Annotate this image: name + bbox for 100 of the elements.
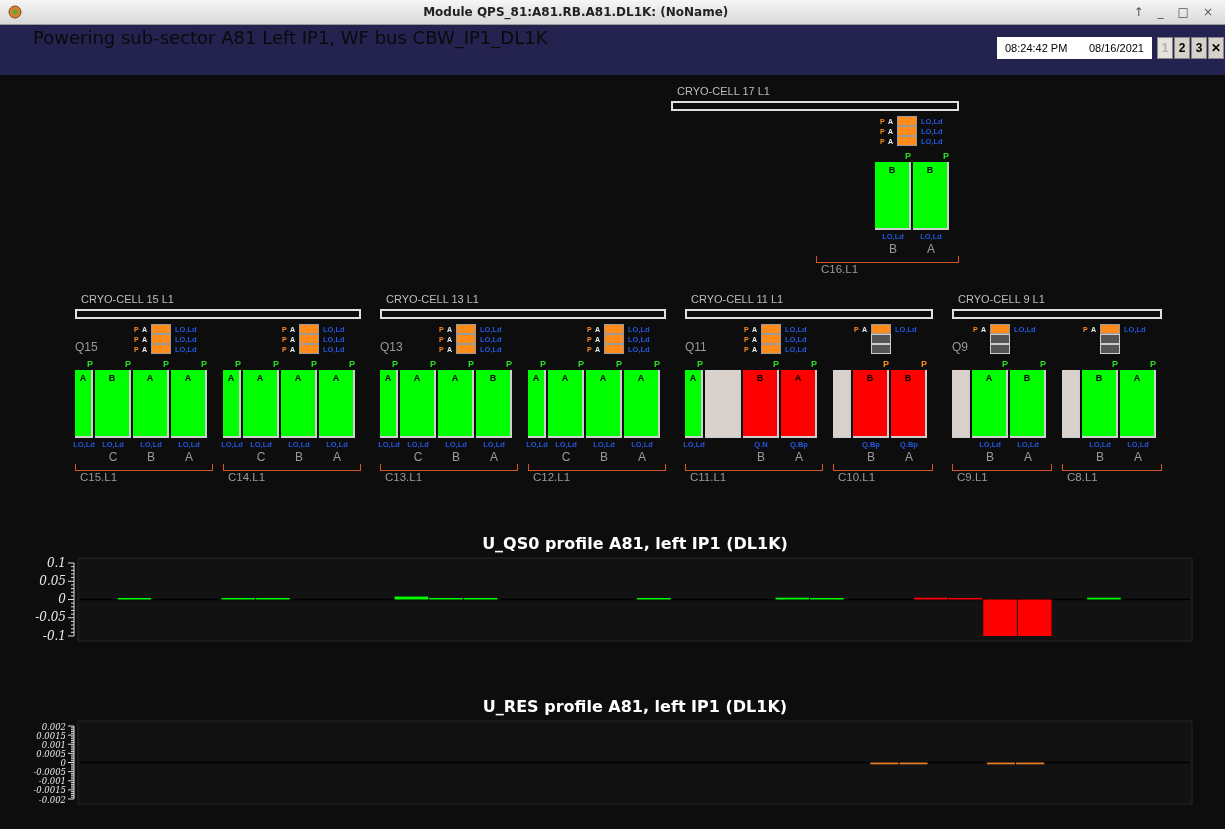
position-letter: B bbox=[986, 450, 994, 464]
bar bbox=[1087, 597, 1121, 600]
p-label: P bbox=[392, 358, 398, 370]
axis-label: -0.0015 bbox=[33, 785, 66, 796]
position-letter: B bbox=[757, 450, 765, 464]
chart-title: U_QS0 profile A81, left IP1 (DL1K) bbox=[482, 534, 788, 554]
magnet-block[interactable]: A bbox=[972, 370, 1008, 438]
app-icon bbox=[8, 5, 22, 19]
window-title: Module QPS_81:A81.RB.A81.DL1K: (NoName) bbox=[423, 5, 729, 19]
magnet-block[interactable] bbox=[1062, 370, 1080, 438]
magnet-block[interactable]: B bbox=[743, 370, 779, 438]
magnet-block[interactable]: A bbox=[400, 370, 436, 438]
axis-label: 0 bbox=[60, 758, 66, 768]
p-label: P bbox=[201, 358, 207, 370]
magnet-block[interactable] bbox=[833, 370, 851, 438]
p-label: P bbox=[540, 358, 546, 370]
magnet-block[interactable]: A bbox=[586, 370, 622, 438]
magnet-block[interactable]: A bbox=[243, 370, 279, 438]
p-label: P bbox=[883, 358, 889, 370]
magnet-block[interactable] bbox=[952, 370, 970, 438]
magnet-block[interactable]: A bbox=[781, 370, 817, 438]
position-letter: A bbox=[1024, 450, 1032, 464]
position-letter: B bbox=[295, 450, 303, 464]
position-letter: C bbox=[561, 450, 571, 464]
magnet-block[interactable]: B bbox=[891, 370, 927, 438]
window-control-button[interactable]: □ bbox=[1173, 5, 1193, 19]
position-letter: A bbox=[1134, 450, 1142, 464]
magnet-letter: B bbox=[1023, 373, 1031, 383]
magnet-block[interactable]: A bbox=[75, 370, 93, 438]
magnet-block[interactable]: A bbox=[528, 370, 546, 438]
position-letter: B bbox=[1096, 450, 1104, 464]
magnet-letter: B bbox=[926, 165, 934, 175]
cryo-cell-label: CRYO-CELL 9 L1 bbox=[957, 293, 1045, 306]
magnet-block[interactable]: B bbox=[853, 370, 889, 438]
magnet-letter: B bbox=[108, 373, 116, 383]
magnet-block[interactable]: A bbox=[438, 370, 474, 438]
magnet-letter: A bbox=[451, 373, 459, 383]
cryo-cell-label: CRYO-CELL 15 L1 bbox=[80, 293, 174, 306]
magnet-block[interactable]: A bbox=[624, 370, 660, 438]
magnet-block[interactable]: A bbox=[685, 370, 703, 438]
axis-label: 0.0005 bbox=[36, 748, 66, 759]
position-letter: C bbox=[413, 450, 423, 464]
position-letter: C bbox=[256, 450, 266, 464]
magnet-block[interactable]: B bbox=[1082, 370, 1118, 438]
page-button[interactable]: 3 bbox=[1191, 37, 1207, 59]
close-button[interactable]: ✕ bbox=[1208, 37, 1224, 59]
magnet-letter: B bbox=[888, 165, 896, 175]
magnet-letter: A bbox=[384, 373, 392, 383]
position-letter: B bbox=[600, 450, 608, 464]
time-text: 08:24:42 PM bbox=[1005, 42, 1068, 54]
magnet-block[interactable]: A bbox=[281, 370, 317, 438]
magnet-block[interactable]: B bbox=[913, 162, 949, 230]
magnet-letter: A bbox=[184, 373, 192, 383]
axis-label: -0.1 bbox=[42, 628, 66, 643]
magnet-letter: A bbox=[227, 373, 235, 383]
magnet-block[interactable]: B bbox=[476, 370, 512, 438]
magnet-block[interactable]: B bbox=[95, 370, 131, 438]
axis-label: -0.05 bbox=[35, 610, 66, 625]
magnet-block[interactable]: B bbox=[1010, 370, 1046, 438]
axis-label: 0.1 bbox=[46, 555, 66, 570]
p-label: P bbox=[697, 358, 703, 370]
magnet-block[interactable] bbox=[705, 370, 741, 438]
magnet-block[interactable]: A bbox=[548, 370, 584, 438]
p-label: P bbox=[811, 358, 817, 370]
position-letter: B bbox=[147, 450, 155, 464]
cell-name: C11.L1 bbox=[689, 471, 727, 484]
magnet-block[interactable]: B bbox=[875, 162, 911, 230]
position-letter: A bbox=[927, 242, 935, 256]
window-control-button[interactable]: ↑ bbox=[1129, 5, 1148, 19]
cryo-cell-label: CRYO-CELL 11 L1 bbox=[690, 293, 784, 306]
position-letter: A bbox=[638, 450, 646, 464]
magnet-block[interactable]: A bbox=[171, 370, 207, 438]
magnet-block[interactable]: A bbox=[223, 370, 241, 438]
magnet-block[interactable]: A bbox=[319, 370, 355, 438]
cell-name: C9.L1 bbox=[956, 471, 988, 484]
cell-name: C10.L1 bbox=[837, 471, 876, 484]
p-label: P bbox=[506, 358, 512, 370]
quadrupole-label: Q13 bbox=[380, 341, 403, 354]
p-label: P bbox=[921, 358, 927, 370]
p-label: P bbox=[578, 358, 584, 370]
cell-name: C12.L1 bbox=[532, 471, 571, 484]
magnet-block[interactable]: A bbox=[380, 370, 398, 438]
window-control-button[interactable]: × bbox=[1198, 5, 1217, 19]
cryo-cell-label: CRYO-CELL 13 L1 bbox=[385, 293, 479, 306]
window-control-button[interactable]: _ bbox=[1153, 5, 1168, 19]
axis-label: 0 bbox=[58, 592, 66, 606]
page-button[interactable]: 2 bbox=[1174, 37, 1190, 59]
date-text: 08/16/2021 bbox=[1088, 42, 1144, 54]
magnet-block[interactable]: A bbox=[133, 370, 169, 438]
magnet-letter: A bbox=[294, 373, 302, 383]
p-label: P bbox=[163, 358, 169, 370]
p-label: P bbox=[430, 358, 436, 370]
position-letter: A bbox=[905, 450, 913, 464]
position-letter: C bbox=[108, 450, 118, 464]
magnet-block[interactable]: A bbox=[1120, 370, 1156, 438]
magnet-letter: A bbox=[332, 373, 340, 383]
p-label: P bbox=[616, 358, 622, 370]
axis-label: 0.001 bbox=[41, 739, 66, 750]
p-label: P bbox=[468, 358, 474, 370]
magnet-letter: A bbox=[689, 373, 697, 383]
